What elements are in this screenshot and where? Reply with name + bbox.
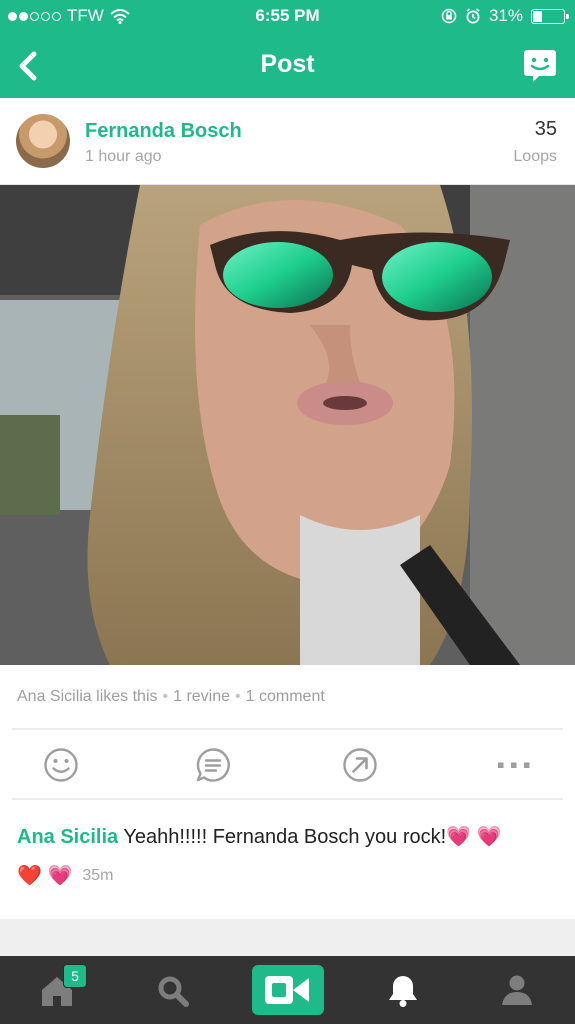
revine-share-icon <box>343 748 377 782</box>
separator: • <box>162 688 169 705</box>
bell-icon <box>389 976 417 1007</box>
comment-timestamp: 35m <box>82 866 114 884</box>
video-player[interactable] <box>0 185 575 665</box>
messages-button[interactable] <box>523 48 557 84</box>
comment-button[interactable] <box>193 745 233 785</box>
tab-profile[interactable] <box>494 956 540 1024</box>
page-title: Post <box>260 50 315 78</box>
post-header: Fernanda Bosch 1 hour ago 35 Loops <box>0 98 575 185</box>
comment-author[interactable]: Ana Sicilia <box>17 826 118 848</box>
chat-smiley-icon <box>524 50 556 82</box>
comment-meta: ❤️ 💗 35m <box>17 863 114 888</box>
avatar[interactable] <box>16 114 70 168</box>
like-button[interactable] <box>41 745 81 785</box>
rotation-lock-icon <box>441 8 457 24</box>
comment-emoji-line: ❤️ 💗 <box>17 865 73 887</box>
more-icon <box>498 762 530 768</box>
loops-count: 35 <box>534 118 557 140</box>
comment-icon <box>196 748 230 782</box>
revine-button[interactable] <box>340 745 380 785</box>
comment-text: Yeahh!!!!! Fernanda Bosch you rock! <box>123 826 447 848</box>
camera-icon <box>265 976 309 1004</box>
battery-percent: 31% <box>488 6 523 25</box>
camera-button[interactable] <box>252 965 324 1015</box>
tab-search[interactable] <box>148 956 198 1024</box>
profile-icon <box>502 975 532 1005</box>
status-right: 31% <box>441 6 569 26</box>
revines-text[interactable]: 1 revine <box>173 688 230 705</box>
video-frame <box>0 185 575 665</box>
engagement-line: Ana Sicilia likes this • 1 revine • 1 commen… <box>17 688 325 706</box>
author-name[interactable]: Fernanda Bosch <box>85 120 242 143</box>
post-info-card: Ana Sicilia likes this • 1 revine • 1 commen… <box>0 665 575 919</box>
comments-text[interactable]: 1 comment <box>246 688 325 705</box>
likes-text[interactable]: Ana Sicilia likes this <box>17 688 158 705</box>
divider <box>12 798 563 800</box>
home-badge: 5 <box>63 964 87 988</box>
separator: • <box>235 688 241 705</box>
tab-activity[interactable] <box>380 956 426 1024</box>
comment-emoji: 💗 💗 <box>446 826 502 848</box>
action-bar <box>0 729 575 799</box>
battery-fill <box>533 10 542 22</box>
loops-label: Loops <box>513 148 557 165</box>
comment-item: Ana Sicilia Yeahh!!!!! Fernanda Bosch yo… <box>17 825 562 849</box>
battery-icon <box>531 8 569 24</box>
app-header: TFW 6:55 PM 31% Post <box>0 0 575 98</box>
like-smiley-icon <box>44 748 78 782</box>
search-icon <box>158 976 189 1007</box>
alarm-icon <box>466 8 480 24</box>
more-button[interactable] <box>494 745 534 785</box>
status-bar: TFW 6:55 PM 31% <box>0 0 575 34</box>
post-timestamp: 1 hour ago <box>85 148 162 165</box>
